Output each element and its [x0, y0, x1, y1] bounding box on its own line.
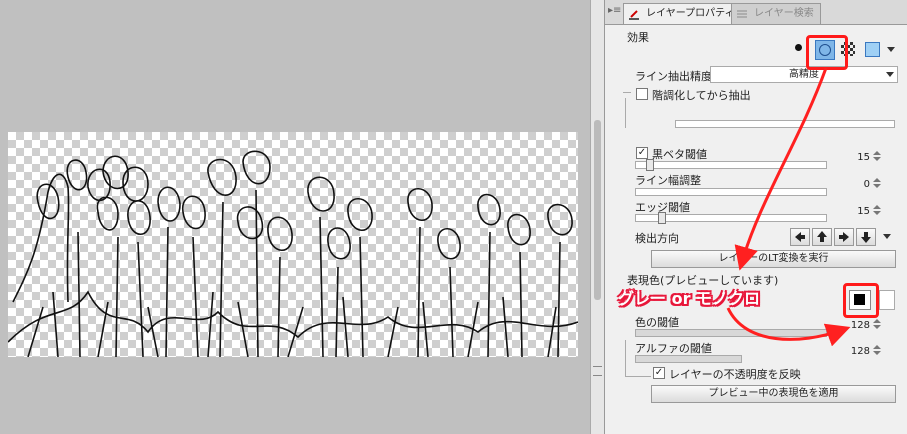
- arrow-to-lt-convert: [734, 67, 828, 271]
- annotation-arrows: [726, 67, 851, 347]
- arrow-to-color-threshold: [726, 307, 851, 347]
